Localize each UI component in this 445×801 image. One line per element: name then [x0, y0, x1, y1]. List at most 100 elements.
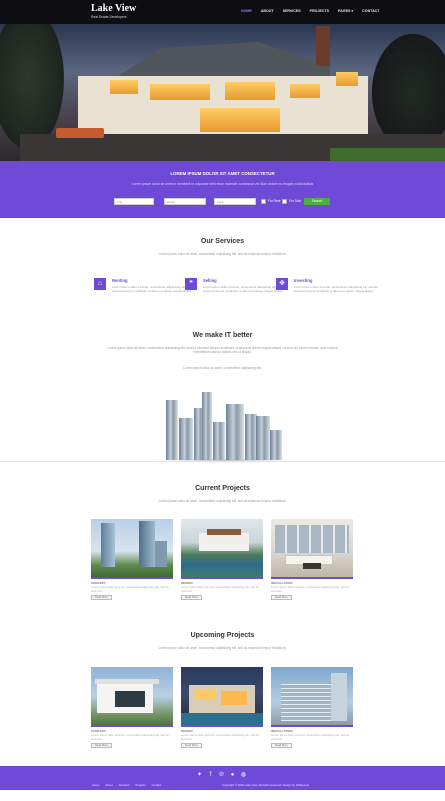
project-image[interactable]	[271, 519, 353, 577]
upcoming-projects-title: Upcoming Projects	[190, 632, 255, 639]
project-card: DESIGN Lorem ipsum dolor sit amet, conse…	[181, 519, 263, 601]
search-title: LOREM IPSUM DOLOR SIT AMET CONSECTETUR	[170, 171, 275, 176]
project-image[interactable]	[271, 667, 353, 725]
footer-links: Home About Services Projects Contact	[92, 783, 161, 787]
nav-home[interactable]: HOME	[241, 9, 252, 13]
nav-contact[interactable]: CONTACT	[362, 9, 379, 13]
footer-link-projects[interactable]: Projects	[136, 783, 146, 787]
facebook-icon[interactable]: f	[207, 772, 214, 779]
nav-pages-dropdown[interactable]: PAGES ▾	[338, 9, 353, 13]
service-investing: ✥ Investing Lorem ipsum dolor sit amet, …	[276, 278, 386, 308]
card-accent-bar	[91, 577, 173, 579]
services-title: Our Services	[200, 238, 245, 245]
pinterest-icon[interactable]: ℗	[218, 772, 225, 779]
flickr-icon[interactable]: ●	[229, 772, 236, 779]
building	[256, 416, 270, 460]
twitter-icon[interactable]: ✦	[196, 772, 203, 779]
for-sale-checkbox[interactable]	[282, 199, 287, 204]
search-subtitle: Lorem ipsum dolor sit amet in hendrerit …	[131, 182, 314, 186]
main-nav: HOME ABOUT SERVICES PROJECTS PAGES ▾ CON…	[241, 9, 379, 13]
building	[166, 400, 178, 460]
tower	[139, 521, 155, 567]
read-more-button[interactable]: Read More	[271, 743, 292, 749]
divider	[0, 461, 445, 462]
search-section: LOREM IPSUM DOLOR SIT AMET CONSECTETUR L…	[0, 161, 445, 218]
building	[226, 404, 244, 460]
table	[303, 563, 321, 569]
project-desc: Lorem ipsum dolor sit amet, consectetur …	[271, 733, 349, 741]
read-more-button[interactable]: Read More	[181, 595, 202, 601]
house-window	[195, 689, 215, 699]
read-more-button[interactable]: Read More	[91, 743, 112, 749]
site-tagline: Real Estate Developers	[91, 15, 127, 19]
footer-link-home[interactable]: Home	[92, 783, 99, 787]
project-image[interactable]	[91, 667, 173, 725]
city-field[interactable]: City	[114, 198, 154, 205]
office-tower	[331, 673, 347, 721]
search-button[interactable]: Search	[304, 198, 330, 205]
building	[179, 418, 193, 460]
card-accent-bar	[181, 725, 263, 727]
hero-window	[336, 72, 358, 86]
services-subtitle: Lorem ipsum dolor sit amet, consectetur …	[158, 252, 287, 256]
page-bottom	[0, 790, 445, 801]
github-icon[interactable]: ◍	[240, 772, 247, 779]
read-more-button[interactable]: Read More	[271, 595, 292, 601]
project-image[interactable]	[181, 667, 263, 725]
about-subtitle: Lorem ipsum dolor sit amet, consectetur …	[107, 346, 338, 355]
room-field[interactable]: Room	[164, 198, 206, 205]
card-accent-bar	[181, 577, 263, 579]
footer-link-services[interactable]: Services	[119, 783, 130, 787]
hero-chimney	[316, 26, 330, 66]
hero-window	[110, 80, 138, 94]
tower	[155, 541, 167, 567]
project-image[interactable]	[181, 519, 263, 577]
service-desc: Lorem ipsum dolor sit amet, consectetur …	[294, 285, 378, 293]
house-window	[221, 691, 247, 705]
nav-about[interactable]: ABOUT	[261, 9, 274, 13]
for-sale-label: For Sale	[289, 199, 302, 203]
villa-roof	[95, 679, 159, 684]
site-footer: ✦ f ℗ ● ◍ Home About Services Projects C…	[0, 766, 445, 790]
window-wall	[275, 525, 349, 553]
about-subtitle-2: Lorem ipsum dolor sit amet, consectetur …	[183, 366, 262, 370]
project-image[interactable]	[91, 519, 173, 577]
site-logo[interactable]: Lake View	[91, 4, 136, 14]
current-projects-title: Current Projects	[195, 485, 250, 492]
service-name[interactable]: Renting	[112, 278, 128, 283]
service-name[interactable]: Investing	[294, 278, 312, 283]
project-card: CONCEPT Lorem ipsum dolor sit amet, cons…	[91, 667, 173, 749]
hero-fire-pit	[56, 128, 104, 138]
project-card: CONCEPT Lorem ipsum dolor sit amet, cons…	[91, 519, 173, 601]
hero-window	[200, 108, 280, 132]
type-field[interactable]: Type	[214, 198, 256, 205]
building	[213, 422, 225, 460]
social-links: ✦ f ℗ ● ◍	[196, 772, 247, 779]
project-card: DESIGN Lorem ipsum dolor sit amet, conse…	[181, 667, 263, 749]
home-icon: ⌂	[94, 278, 106, 290]
service-name[interactable]: Selling	[203, 278, 217, 283]
for-rent-checkbox[interactable]	[261, 199, 266, 204]
hero-window	[150, 84, 210, 100]
city-buildings-image	[150, 388, 300, 463]
copyright-text: Copyright © 2016 Lake View. All rights r…	[222, 783, 309, 787]
pool	[181, 713, 263, 725]
arrows-icon: ✥	[276, 278, 288, 290]
project-card: INSTALLATION Lorem ipsum dolor sit amet,…	[271, 667, 353, 749]
nav-projects[interactable]: PROJECTS	[310, 9, 329, 13]
hero-window	[225, 82, 275, 100]
footer-link-contact[interactable]: Contact	[152, 783, 162, 787]
card-accent-bar	[271, 577, 353, 579]
building	[270, 430, 282, 460]
building	[202, 392, 212, 460]
nav-services[interactable]: SERVICES	[283, 9, 301, 13]
villa-glass	[115, 691, 145, 707]
upcoming-projects-subtitle: Lorem ipsum dolor sit amet, consectetur …	[158, 646, 287, 650]
footer-link-about[interactable]: About	[105, 783, 112, 787]
for-rent-label: For Rent	[268, 199, 281, 203]
top-navbar: Lake View Real Estate Developers HOME AB…	[0, 0, 445, 24]
project-desc: Lorem ipsum dolor sit amet, consectetur …	[91, 585, 169, 593]
project-desc: Lorem ipsum dolor sit amet, consectetur …	[181, 585, 259, 593]
read-more-button[interactable]: Read More	[181, 743, 202, 749]
read-more-button[interactable]: Read More	[91, 595, 112, 601]
